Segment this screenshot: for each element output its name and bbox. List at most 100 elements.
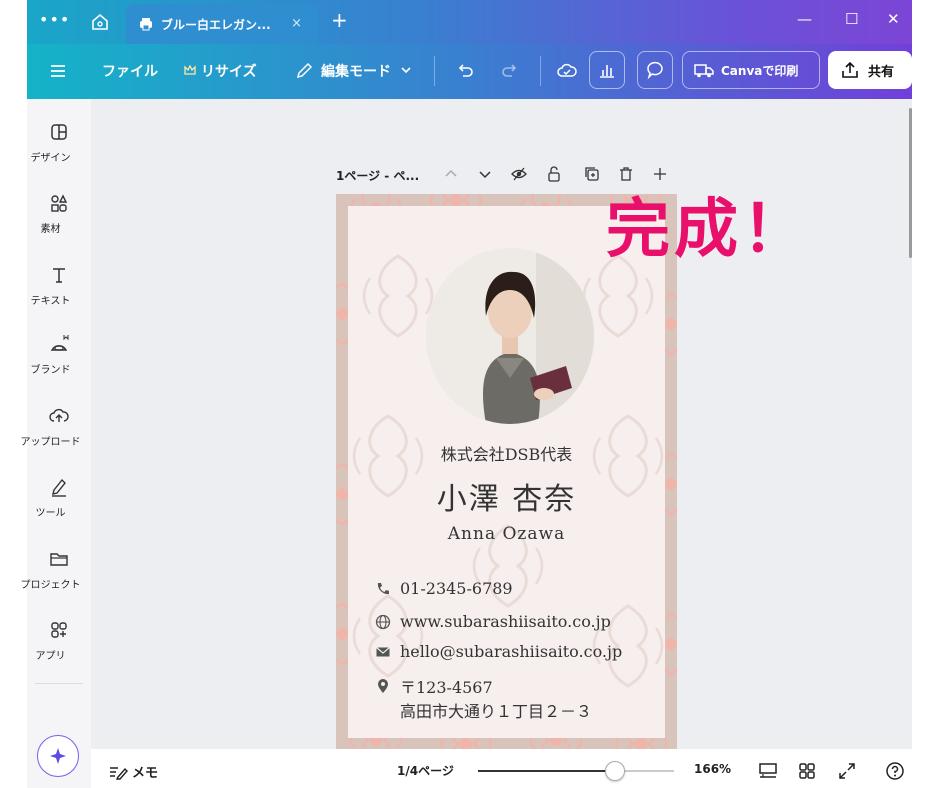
pages-view-icon[interactable] (757, 760, 779, 782)
comment-button[interactable] (637, 51, 673, 89)
toolbar-divider (434, 56, 435, 86)
share-upload-icon (842, 61, 858, 78)
person-name-english[interactable]: Anna Ozawa (336, 524, 677, 544)
redo-icon[interactable] (499, 60, 521, 82)
woman-portrait-image (426, 248, 594, 424)
home-icon[interactable] (89, 11, 111, 33)
postal-code: 〒123-4567 (400, 678, 493, 697)
edit-mode-button[interactable]: 編集モード (321, 61, 391, 81)
magic-assistant-button[interactable] (37, 735, 79, 777)
sidebar-item-label: デザイン (30, 153, 71, 164)
minimize-button[interactable]: — (797, 10, 812, 28)
zoom-slider-fill (478, 770, 616, 772)
lock-icon[interactable] (546, 166, 562, 182)
file-menu-button[interactable]: ファイル (102, 61, 158, 81)
maximize-button[interactable]: ☐ (845, 10, 858, 28)
zoom-level[interactable]: 166% (694, 762, 731, 776)
bar-chart-icon (600, 65, 614, 78)
location-pin-icon (378, 679, 388, 693)
print-doc-icon (140, 18, 152, 31)
sidebar-divider (35, 683, 83, 684)
editor-toolbar: ファイル リサイズ 編集モード Canvaで印刷 共有 (27, 44, 912, 99)
notes-label: メモ (132, 766, 159, 781)
insights-button[interactable] (589, 51, 625, 89)
crown-icon (184, 64, 196, 75)
completion-overlay-text: 完成！ (606, 193, 810, 267)
chevron-up-icon[interactable] (443, 166, 459, 182)
sidebar-item-apps[interactable]: アプリ (27, 619, 91, 662)
phone-line[interactable]: 01-2345-6789 (375, 579, 513, 598)
cloud-saved-icon[interactable] (556, 60, 578, 82)
mail-icon (376, 646, 390, 656)
left-sidebar: デザイン 素材 テキスト ブランド アップロード ツール プロジェクト アプリ (21, 99, 91, 788)
toolbar-divider (540, 56, 541, 86)
sidebar-item-label: アプリ (35, 651, 66, 662)
speech-bubble-icon (647, 61, 663, 80)
website-url: www.subarashiisaito.co.jp (400, 612, 611, 631)
pencil-icon (296, 62, 313, 79)
phone-number: 01-2345-6789 (400, 579, 513, 598)
truck-icon (694, 64, 714, 78)
fullscreen-icon[interactable] (836, 760, 858, 782)
postal-line[interactable]: 〒123-4567 (375, 674, 493, 698)
hide-eye-icon[interactable] (511, 166, 527, 182)
sidebar-item-label: 素材 (40, 224, 61, 235)
chevron-down-icon[interactable] (399, 63, 413, 77)
notes-icon (110, 766, 128, 780)
sidebar-item-text[interactable]: テキスト (27, 264, 91, 307)
text-icon (53, 268, 65, 283)
document-tab[interactable]: ブルー白エレガン... × (126, 4, 318, 44)
website-line[interactable]: www.subarashiisaito.co.jp (375, 612, 611, 631)
sidebar-item-tools[interactable]: ツール (27, 476, 91, 519)
tab-close-icon[interactable]: × (291, 16, 302, 31)
sidebar-item-upload[interactable]: アップロード (21, 405, 91, 448)
close-window-button[interactable]: ✕ (887, 10, 900, 28)
grid-view-icon[interactable] (796, 760, 818, 782)
help-icon[interactable] (884, 760, 906, 782)
elements-icon (51, 194, 68, 212)
canva-print-button[interactable]: Canvaで印刷 (682, 51, 820, 89)
apps-icon (51, 622, 67, 638)
address-line[interactable]: 高田市大通り１丁目２－３ (400, 698, 592, 722)
page-title[interactable]: 1ページ - ペ... (336, 167, 419, 184)
email-line[interactable]: hello@subarashiisaito.co.jp (375, 642, 622, 661)
chevron-down-icon[interactable] (477, 166, 493, 182)
new-tab-button[interactable]: + (331, 8, 348, 32)
undo-icon[interactable] (454, 60, 476, 82)
sidebar-item-design[interactable]: デザイン (27, 121, 91, 164)
phone-icon (377, 582, 389, 594)
upload-icon (49, 408, 69, 422)
bottom-bar (91, 749, 912, 788)
company-name[interactable]: 株式会社DSB代表 (336, 441, 677, 465)
title-bar: ••• ブルー白エレガン... × + — ☐ ✕ (27, 0, 912, 44)
sparkle-icon (50, 748, 66, 764)
sidebar-item-label: アップロード (20, 437, 81, 448)
email-address: hello@subarashiisaito.co.jp (400, 642, 623, 661)
duplicate-icon[interactable] (584, 166, 600, 182)
street-address: 高田市大通り１丁目２－３ (400, 702, 593, 721)
globe-icon (375, 614, 391, 629)
share-label: 共有 (868, 64, 895, 80)
sidebar-item-elements[interactable]: 素材 (27, 192, 91, 235)
folder-icon (50, 553, 68, 566)
sidebar-item-label: ツール (35, 508, 66, 519)
notes-button[interactable]: メモ (108, 762, 158, 781)
design-icon (51, 124, 67, 140)
resize-button[interactable]: リサイズ (201, 61, 257, 81)
sidebar-item-projects[interactable]: プロジェクト (21, 548, 91, 591)
profile-photo[interactable] (426, 248, 594, 424)
brand-icon (50, 335, 69, 351)
vertical-scrollbar[interactable] (909, 108, 912, 258)
print-label: Canvaで印刷 (721, 63, 799, 78)
sidebar-item-label: ブランド (30, 365, 71, 376)
hamburger-menu-icon[interactable] (47, 60, 69, 82)
sidebar-item-brand[interactable]: ブランド (27, 333, 91, 376)
sidebar-item-label: テキスト (30, 296, 71, 307)
menu-dots-icon[interactable]: ••• (39, 10, 70, 29)
sidebar-item-label: プロジェクト (20, 580, 81, 591)
person-name-japanese[interactable]: 小澤 杏奈 (336, 474, 677, 518)
share-button[interactable]: 共有 (828, 51, 912, 89)
draw-icon (52, 478, 66, 497)
tab-title: ブルー白エレガン... (161, 17, 271, 32)
page-counter[interactable]: 1/4ページ (397, 762, 454, 779)
